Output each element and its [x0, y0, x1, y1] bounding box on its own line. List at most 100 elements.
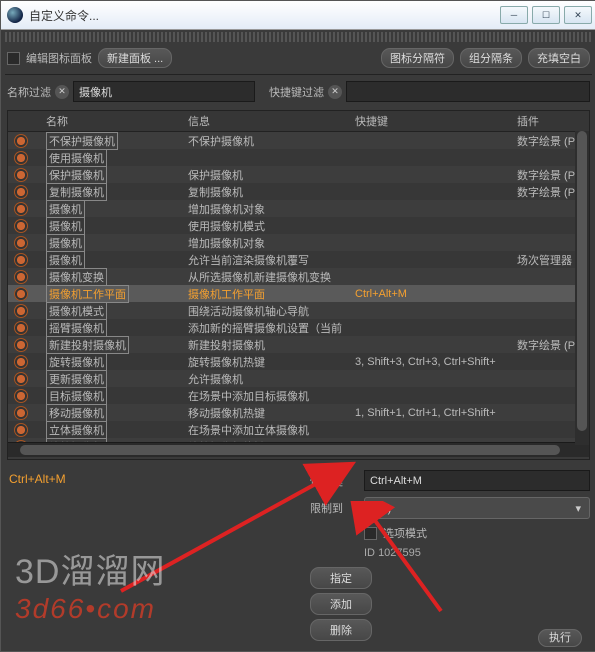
add-button[interactable]: 添加	[310, 593, 372, 615]
table-row[interactable]: 摇臂摄像机 添加新的摇臂摄像机设置（当前	[8, 319, 589, 336]
group-separator-button[interactable]: 组分隔条	[460, 48, 522, 68]
option-mode-label: 选项模式	[383, 525, 427, 541]
minimize-button[interactable]: ─	[500, 6, 528, 24]
app-icon	[7, 7, 23, 23]
table-row[interactable]: 摄像机变换 从所选摄像机新建摄像机变换	[8, 268, 589, 285]
command-icon	[14, 372, 28, 386]
table-row[interactable]: 保护摄像机保护摄像机数字绘景 (Projecti	[8, 166, 589, 183]
command-icon	[14, 338, 28, 352]
col-name[interactable]: 名称	[40, 111, 182, 131]
row-name: 摇臂摄像机	[46, 319, 107, 337]
command-icon	[14, 219, 28, 233]
row-info: 允许摄像机	[188, 374, 243, 386]
command-icon	[14, 423, 28, 437]
row-plugin: 场次管理器	[517, 255, 572, 267]
row-name: 目标摄像机	[46, 387, 107, 405]
table-row[interactable]: 摄像机模式 围绕活动摄像机轴心导航	[8, 302, 589, 319]
row-name: 复制摄像机	[46, 183, 107, 201]
table-row[interactable]: 目标摄像机 在场景中添加目标摄像机	[8, 387, 589, 404]
command-icon	[14, 389, 28, 403]
col-plugin[interactable]: 插件	[511, 111, 589, 131]
option-mode-checkbox[interactable]	[364, 527, 377, 540]
assign-button[interactable]: 指定	[310, 567, 372, 589]
row-name: 缩放摄像机	[46, 438, 107, 443]
delete-button[interactable]: 删除	[310, 619, 372, 641]
table-row[interactable]: 摄像机允许当前渲染摄像机覆写场次管理器	[8, 251, 589, 268]
row-info: 摄像机工作平面	[188, 289, 265, 301]
row-info: 围绕活动摄像机轴心导航	[188, 306, 309, 318]
table-row[interactable]: 更新摄像机允许摄像机	[8, 370, 589, 387]
table-row[interactable]: 摄像机使用摄像机模式	[8, 217, 589, 234]
table-row[interactable]: 立体摄像机在场景中添加立体摄像机	[8, 421, 589, 438]
command-icon	[14, 321, 28, 335]
table-row[interactable]: 不保护摄像机不保护摄像机数字绘景 (Projecti	[8, 132, 589, 149]
command-icon	[14, 406, 28, 420]
row-info: 移动摄像机热键	[188, 408, 265, 420]
row-name: 旋转摄像机	[46, 353, 107, 371]
edit-icon-panel-checkbox[interactable]	[7, 52, 20, 65]
row-shortcut: 1, Shift+1, Ctrl+1, Ctrl+Shift+	[355, 407, 496, 419]
command-icon	[14, 134, 28, 148]
shortcut-filter-clear-icon[interactable]: ✕	[328, 85, 342, 99]
row-info: 增加摄像机对象	[188, 204, 265, 216]
row-info: 不保护摄像机	[188, 136, 254, 148]
command-icon	[14, 185, 28, 199]
table-row[interactable]: 缩放摄像机缩放摄像机热键2, Shift+2, Ctrl+2, Ctrl+Shi…	[8, 438, 589, 442]
command-icon	[14, 270, 28, 284]
row-name: 移动摄像机	[46, 404, 107, 422]
row-name: 摄像机	[46, 251, 85, 269]
row-info: 旋转摄像机热键	[188, 357, 265, 369]
name-filter-clear-icon[interactable]: ✕	[55, 85, 69, 99]
row-info: 增加摄像机对象	[188, 238, 265, 250]
table-row[interactable]: 摄像机 增加摄像机对象	[8, 234, 589, 251]
execute-button[interactable]: 执行	[538, 629, 582, 647]
table-row[interactable]: 摄像机 增加摄像机对象	[8, 200, 589, 217]
id-value: 1027595	[378, 547, 421, 559]
row-info: 复制摄像机	[188, 187, 243, 199]
row-name: 摄像机	[46, 234, 85, 252]
row-info: 添加新的摇臂摄像机设置（当前	[188, 323, 342, 335]
row-info: 新建投射摄像机	[188, 340, 265, 352]
table-row[interactable]: 摄像机工作平面 摄像机工作平面 Ctrl+Alt+M	[8, 285, 589, 302]
limit-to-dropdown[interactable]: (无)▾	[364, 497, 590, 519]
row-info: 在场景中添加立体摄像机	[188, 425, 309, 437]
name-filter-label: 名称过滤	[7, 84, 51, 100]
close-button[interactable]: ✕	[564, 6, 592, 24]
name-filter-input[interactable]	[73, 81, 255, 102]
col-shortcut[interactable]: 快捷键	[349, 111, 511, 131]
row-info: 从所选摄像机新建摄像机变换	[188, 272, 331, 284]
shortcut-filter-input[interactable]	[346, 81, 590, 102]
new-panel-button[interactable]: 新建面板 ...	[98, 48, 172, 68]
grip-bar[interactable]	[5, 32, 592, 42]
table-row[interactable]: 复制摄像机复制摄像机数字绘景 (Projecti	[8, 183, 589, 200]
row-info: 保护摄像机	[188, 170, 243, 182]
table-row[interactable]: 移动摄像机 移动摄像机热键 1, Shift+1, Ctrl+1, Ctrl+Shi…	[8, 404, 589, 421]
maximize-button[interactable]: ☐	[532, 6, 560, 24]
row-info: 在场景中添加目标摄像机	[188, 391, 309, 403]
vertical-scrollbar[interactable]	[575, 131, 589, 445]
row-name: 摄像机	[46, 200, 85, 218]
chevron-down-icon: ▾	[575, 502, 581, 515]
table-row[interactable]: 旋转摄像机 旋转摄像机热键 3, Shift+3, Ctrl+3, Ctrl+Shi…	[8, 353, 589, 370]
horizontal-scrollbar[interactable]	[8, 442, 589, 457]
table-row[interactable]: 使用摄像机	[8, 149, 589, 166]
row-name: 不保护摄像机	[46, 132, 118, 150]
row-shortcut: 2, Shift+2, Ctrl+2, Ctrl+Shift+	[355, 441, 496, 443]
shortcut-input[interactable]	[364, 470, 590, 491]
icon-separator-button[interactable]: 图标分隔符	[381, 48, 454, 68]
command-icon	[14, 236, 28, 250]
shortcut-filter-label: 快捷键过滤	[269, 84, 324, 100]
row-shortcut: Ctrl+Alt+M	[355, 288, 407, 300]
command-icon	[14, 355, 28, 369]
row-name: 摄像机工作平面	[46, 285, 129, 303]
window-title: 自定义命令...	[29, 7, 500, 24]
col-info[interactable]: 信息	[182, 111, 349, 131]
row-name: 摄像机变换	[46, 268, 107, 286]
table-row[interactable]: 新建投射摄像机新建投射摄像机数字绘景 (Projecti	[8, 336, 589, 353]
command-icon	[14, 440, 28, 443]
row-shortcut: 3, Shift+3, Ctrl+3, Ctrl+Shift+	[355, 356, 496, 368]
limit-to-label: 限制到	[310, 500, 356, 516]
row-name: 摄像机模式	[46, 302, 107, 320]
fill-blank-button[interactable]: 充填空白	[528, 48, 590, 68]
row-name: 摄像机	[46, 217, 85, 235]
